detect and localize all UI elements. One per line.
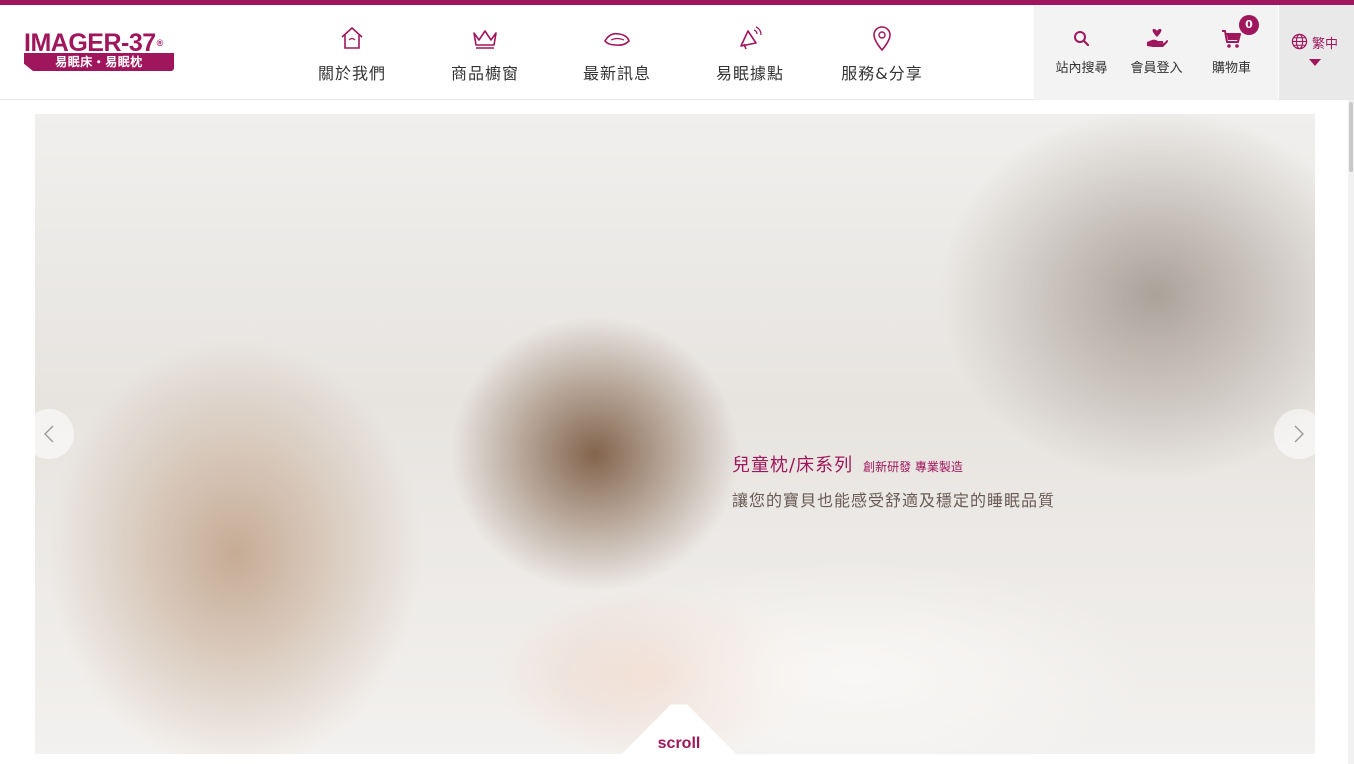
carousel-next-button[interactable] — [1274, 409, 1324, 459]
nav-label-products: 商品櫥窗 — [450, 64, 519, 83]
language-selector[interactable]: 繁中 — [1279, 5, 1354, 100]
megaphone-icon — [740, 26, 762, 50]
nav-item-about[interactable]: 關於我們 — [286, 5, 418, 100]
utility-bar: 站內搜尋 會員登入 0 購物車 — [1034, 5, 1278, 100]
hand-heart-icon — [1146, 29, 1168, 47]
member-login-label: 會員登入 — [1130, 61, 1183, 76]
nav-item-service[interactable]: 服務&分享 — [816, 5, 948, 100]
hero-banner: 兒童枕/床系列 創新研發 專業製造 讓您的寶貝也能感受舒適及穩定的睡眠品質 — [35, 114, 1315, 754]
globe-icon — [1291, 33, 1308, 50]
registered-mark: ® — [156, 38, 164, 48]
chevron-left-icon — [44, 425, 54, 443]
nav-item-locations[interactable]: 易眠據點 — [684, 5, 816, 100]
page-scrollbar[interactable] — [1348, 100, 1354, 764]
cart-label: 購物車 — [1211, 61, 1251, 76]
logo-subtitle: 易眠床・易眠枕 — [24, 53, 174, 71]
nav-label-news: 最新訊息 — [582, 64, 651, 83]
chevron-down-icon — [1309, 59, 1321, 66]
site-logo[interactable]: IMAGER-37® 易眠床・易眠枕 — [24, 31, 176, 73]
search-icon — [1073, 31, 1089, 47]
cart-button[interactable]: 0 購物車 — [1194, 5, 1269, 100]
crown-icon — [473, 30, 497, 49]
pillow-icon — [604, 32, 630, 46]
chevron-right-icon — [1294, 425, 1304, 443]
map-pin-icon — [873, 26, 891, 52]
cart-count-badge: 0 — [1239, 15, 1259, 35]
carousel-prev-button[interactable] — [24, 409, 74, 459]
nav-label-service: 服務&分享 — [841, 64, 923, 83]
member-login-button[interactable]: 會員登入 — [1119, 5, 1194, 100]
nav-item-products[interactable]: 商品櫥窗 — [419, 5, 551, 100]
logo-wordmark: IMAGER-37 — [24, 29, 156, 57]
hero-description: 讓您的寶貝也能感受舒適及穩定的睡眠品質 — [732, 491, 1056, 510]
hero-caption: 兒童枕/床系列 創新研發 專業製造 讓您的寶貝也能感受舒適及穩定的睡眠品質 — [732, 451, 1055, 511]
language-label: 繁中 — [1312, 37, 1339, 52]
hero-title: 兒童枕/床系列 — [732, 455, 854, 476]
nav-label-about: 關於我們 — [317, 64, 386, 83]
nav-label-locations: 易眠據點 — [715, 64, 784, 83]
search-label: 站內搜尋 — [1055, 61, 1108, 76]
scrollbar-thumb[interactable] — [1349, 102, 1353, 172]
house-icon — [341, 27, 363, 49]
nav-item-news[interactable]: 最新訊息 — [551, 5, 683, 100]
site-search-button[interactable]: 站內搜尋 — [1044, 5, 1119, 100]
hero-tagline: 創新研發 專業製造 — [863, 460, 963, 474]
